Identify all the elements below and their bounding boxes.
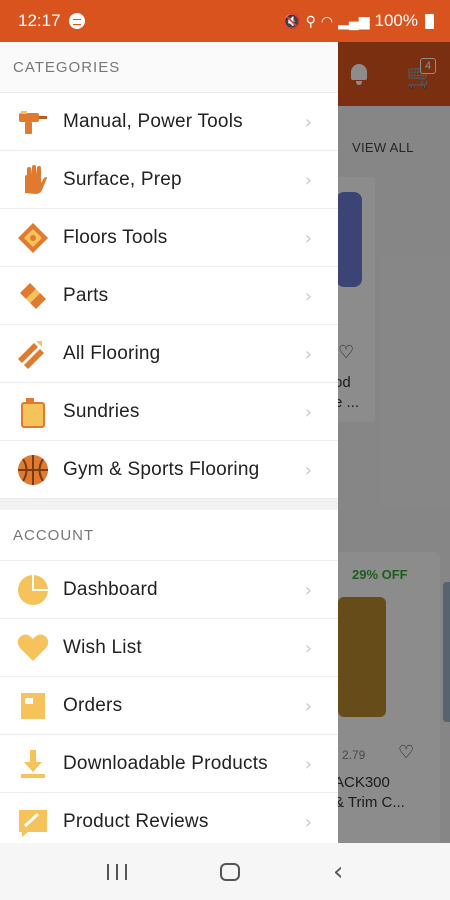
chevron-right-icon: › (304, 402, 312, 423)
chevron-right-icon: › (304, 812, 312, 833)
orders-icon (16, 689, 50, 723)
chevron-right-icon: › (304, 112, 312, 133)
recents-button[interactable] (106, 863, 127, 880)
jug-icon (16, 395, 50, 429)
menu-item-label: Orders (63, 694, 123, 716)
menu-item-downloadable-products[interactable]: Downloadable Products › (0, 734, 338, 792)
status-time: 12:17 (18, 11, 61, 30)
menu-item-label: All Flooring (63, 342, 161, 364)
categories-section-title: CATEGORIES (0, 42, 338, 92)
section-divider (0, 498, 338, 510)
menu-item-label: Dashboard (63, 578, 158, 600)
menu-item-manual-power-tools[interactable]: Manual, Power Tools › (0, 92, 338, 150)
navigation-drawer: CATEGORIES Manual, Power Tools › Surface… (0, 42, 338, 843)
reviews-icon (16, 805, 50, 839)
home-button[interactable] (219, 862, 240, 881)
menu-item-orders[interactable]: Orders › (0, 676, 338, 734)
battery-percent: 100% (374, 11, 418, 30)
chevron-right-icon: › (304, 286, 312, 307)
glove-icon (16, 163, 50, 197)
chevron-right-icon: › (304, 228, 312, 249)
menu-item-parts[interactable]: Parts › (0, 266, 338, 324)
menu-item-label: Downloadable Products (63, 752, 268, 774)
menu-item-floors-tools[interactable]: Floors Tools › (0, 208, 338, 266)
chevron-right-icon: › (304, 344, 312, 365)
menu-item-label: Wish List (63, 636, 142, 658)
chevron-right-icon: › (304, 460, 312, 481)
chevron-right-icon: › (304, 580, 312, 601)
floor-tile-icon (16, 221, 50, 255)
location-icon: ⚲ (305, 13, 316, 29)
menu-item-label: Parts (63, 284, 109, 306)
menu-item-label: Gym & Sports Flooring (63, 458, 260, 480)
menu-item-all-flooring[interactable]: All Flooring › (0, 324, 338, 382)
menu-item-label: Sundries (63, 400, 140, 422)
power-drill-icon (16, 105, 50, 139)
mute-icon: 🔇 (283, 13, 301, 29)
menu-item-product-reviews[interactable]: Product Reviews › (0, 792, 338, 843)
spotify-icon (68, 13, 85, 29)
chevron-right-icon: › (304, 638, 312, 659)
system-navigation-bar: ‹ (0, 843, 450, 900)
menu-item-label: Surface, Prep (63, 168, 182, 190)
menu-item-label: Manual, Power Tools (63, 110, 243, 132)
back-button[interactable]: ‹ (333, 859, 343, 885)
signal-icon: ▂▄▆ (338, 13, 370, 29)
heart-icon (16, 631, 50, 665)
menu-item-label: Product Reviews (63, 810, 209, 832)
dashboard-icon (16, 573, 50, 607)
status-bar: 12:17 🔇 ⚲ ◠ ▂▄▆ 100% (0, 0, 450, 42)
chevron-right-icon: › (304, 754, 312, 775)
flooring-planks-icon (16, 337, 50, 371)
menu-item-label: Floors Tools (63, 226, 168, 248)
menu-item-wish-list[interactable]: Wish List › (0, 618, 338, 676)
chevron-right-icon: › (304, 696, 312, 717)
menu-item-sundries[interactable]: Sundries › (0, 382, 338, 440)
wifi-icon: ◠ (320, 13, 334, 29)
battery-icon (425, 13, 434, 29)
account-section-title: ACCOUNT (0, 510, 338, 560)
basketball-icon (16, 453, 50, 487)
chevron-right-icon: › (304, 170, 312, 191)
menu-item-gym-sports-flooring[interactable]: Gym & Sports Flooring › (0, 440, 338, 498)
menu-item-dashboard[interactable]: Dashboard › (0, 560, 338, 618)
download-icon (16, 747, 50, 781)
parts-icon (16, 279, 50, 313)
menu-item-surface-prep[interactable]: Surface, Prep › (0, 150, 338, 208)
